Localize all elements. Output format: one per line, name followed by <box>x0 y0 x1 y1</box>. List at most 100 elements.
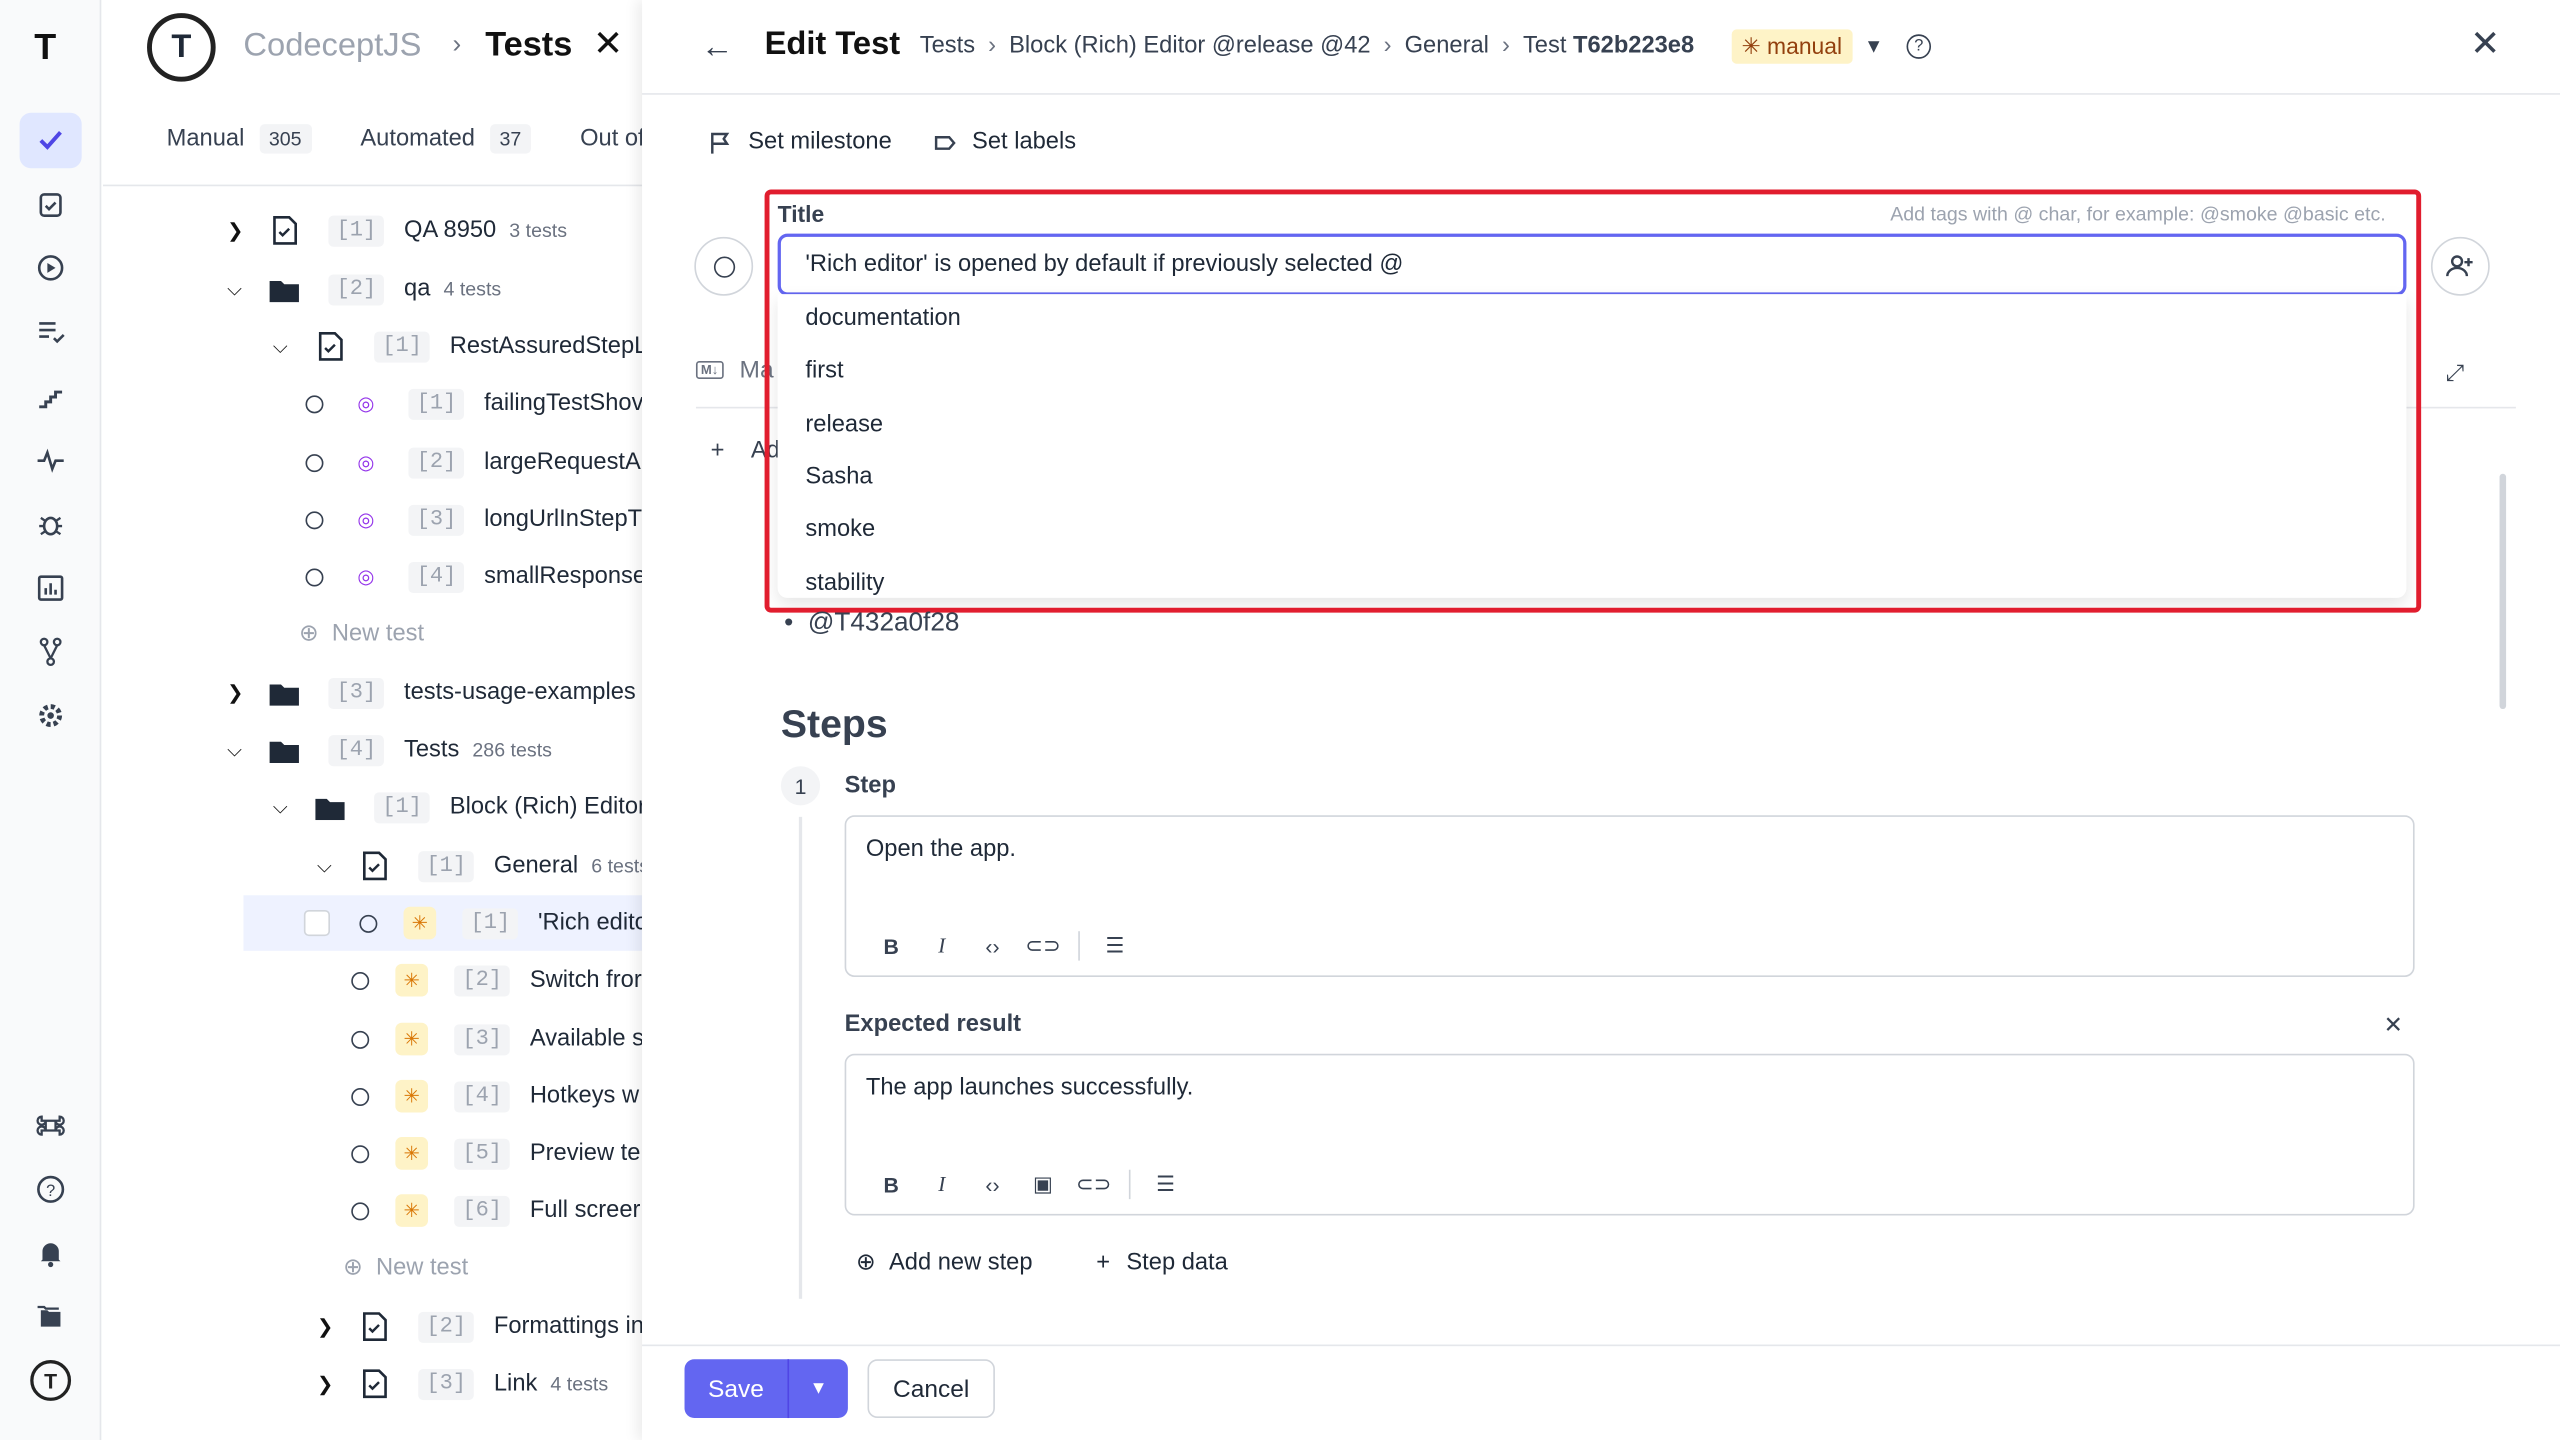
tree-test[interactable]: ✳ [3] Available s <box>351 1011 642 1067</box>
select-checkbox[interactable] <box>303 909 331 937</box>
status-circle-icon[interactable] <box>351 1087 370 1106</box>
crumb-general[interactable]: General <box>1405 33 1489 59</box>
tree-suite[interactable]: ⌵ [1] General 6 tests <box>317 838 642 894</box>
tree-suite[interactable]: ❯ [2] Formattings in <box>317 1299 642 1355</box>
cancel-button[interactable]: Cancel <box>867 1359 995 1419</box>
user-logo-icon[interactable]: T <box>20 1353 82 1409</box>
clipboard-icon[interactable] <box>20 176 82 232</box>
status-circle-icon[interactable] <box>351 971 370 990</box>
tree-test[interactable]: ✳ [1] 'Rich edito <box>243 895 643 951</box>
bold-icon[interactable]: B <box>866 1172 917 1197</box>
tree-test[interactable]: ◎ [3] longUrlInStepT <box>305 492 642 548</box>
save-button[interactable]: Save <box>685 1359 790 1419</box>
status-circle-icon[interactable] <box>305 510 324 529</box>
branch-icon[interactable] <box>20 624 82 680</box>
code-icon[interactable]: ‹› <box>967 1172 1018 1197</box>
italic-icon[interactable]: I <box>917 933 968 959</box>
tree-test[interactable]: ✳ [6] Full screer <box>351 1183 640 1239</box>
remove-expected-button[interactable]: ✕ <box>2384 1011 2403 1039</box>
chevron-right-icon[interactable]: ❯ <box>317 1372 340 1395</box>
bug-icon[interactable] <box>20 497 82 553</box>
tree-test[interactable]: ✳ [2] Switch fror <box>351 952 642 1008</box>
chart-icon[interactable] <box>20 560 82 616</box>
tab-out-of-sync[interactable]: Out of <box>580 124 642 153</box>
close-tree-button[interactable]: ✕ <box>593 23 623 65</box>
status-circle-icon[interactable] <box>351 1030 370 1049</box>
help-icon[interactable]: ? <box>20 1162 82 1218</box>
title-input[interactable]: 'Rich editor' is opened by default if pr… <box>777 233 2407 296</box>
chevron-right-icon[interactable]: ❯ <box>227 219 250 242</box>
snippet-icon[interactable]: ☰ <box>1140 1171 1191 1197</box>
tree-suite[interactable]: ❯ [3] Link 4 tests <box>317 1356 608 1412</box>
step-editor[interactable]: Open the app. B I ‹› ⊂⊃ ☰ <box>844 815 2415 977</box>
step-data-button[interactable]: + Step data <box>1096 1250 1228 1276</box>
status-circle-icon[interactable] <box>351 1144 370 1163</box>
gear-icon[interactable] <box>20 688 82 744</box>
close-edit-button[interactable]: ✕ <box>2470 23 2500 65</box>
status-circle-icon[interactable] <box>305 567 324 586</box>
new-test-button[interactable]: ⊕ New test <box>343 1240 468 1296</box>
test-status-toggle[interactable] <box>694 236 754 296</box>
play-icon[interactable] <box>20 240 82 296</box>
tag-option[interactable]: documentation <box>805 306 960 332</box>
back-arrow-icon[interactable]: ← <box>701 29 734 67</box>
tree-folder[interactable]: ❯ [3] tests-usage-examples <box>227 665 636 721</box>
step-number[interactable]: 1 <box>780 766 821 806</box>
tag-option[interactable]: smoke <box>805 516 875 542</box>
tree-folder[interactable]: ⌵ [2] qa 4 tests <box>227 261 501 317</box>
folders-icon[interactable] <box>20 1289 82 1345</box>
tree-test[interactable]: ✳ [5] Preview te <box>351 1126 640 1182</box>
scrollbar[interactable] <box>2499 473 2507 710</box>
new-test-button[interactable]: ⊕ New test <box>299 606 424 662</box>
tab-automated[interactable]: Automated 37 <box>360 124 532 154</box>
status-circle-icon[interactable] <box>351 1201 370 1220</box>
add-new-step-button[interactable]: ⊕ Add new step <box>856 1250 1032 1276</box>
tree-test[interactable]: ◎ [1] failingTestShov <box>305 376 642 432</box>
chevron-right-icon[interactable]: ❯ <box>227 681 250 704</box>
chevron-down-icon[interactable]: ⌵ <box>273 795 296 820</box>
crumb-tests[interactable]: Tests <box>920 33 975 59</box>
chevron-down-icon[interactable]: ⌵ <box>227 277 250 302</box>
tree-test[interactable]: ◎ [2] largeRequestA <box>305 435 641 491</box>
bold-icon[interactable]: B <box>866 934 917 959</box>
add-description-button[interactable]: + Ad <box>711 438 780 464</box>
expected-editor[interactable]: The app launches successfully. B I ‹› ▣ … <box>844 1053 2415 1216</box>
chevron-down-icon[interactable]: ⌵ <box>317 854 340 879</box>
tree-suite[interactable]: ❯ [1] QA 8950 3 tests <box>227 203 567 259</box>
project-name[interactable]: CodeceptJS <box>243 28 421 66</box>
image-icon[interactable]: ▣ <box>1018 1171 1069 1197</box>
tree-test[interactable]: ✳ [4] Hotkeys w <box>351 1068 639 1124</box>
status-circle-icon[interactable] <box>305 453 324 472</box>
crumb-suite[interactable]: Block (Rich) Editor @release @42 <box>1009 33 1370 59</box>
tree-folder[interactable]: ⌵ [1] Block (Rich) Editor <box>273 779 642 835</box>
pulse-icon[interactable] <box>20 433 82 489</box>
bell-icon[interactable] <box>20 1225 82 1281</box>
status-circle-icon[interactable] <box>305 394 324 413</box>
snippet-icon[interactable]: ☰ <box>1090 933 1141 959</box>
chevron-down-icon[interactable]: ⌵ <box>273 334 296 359</box>
check-icon[interactable] <box>19 112 82 169</box>
chevron-down-icon[interactable]: ▼ <box>1864 34 1883 57</box>
steps-icon[interactable] <box>20 369 82 425</box>
expand-icon[interactable]: ⤢ <box>2446 359 2464 387</box>
help-circle-icon[interactable]: ? <box>1906 34 1932 59</box>
tab-manual[interactable]: Manual 305 <box>167 124 312 154</box>
chevron-right-icon[interactable]: ❯ <box>317 1315 340 1338</box>
list-check-icon[interactable] <box>20 304 82 360</box>
tag-option[interactable]: Sasha <box>805 464 872 490</box>
manual-type-badge[interactable]: ✳ manual <box>1731 29 1852 64</box>
status-circle-icon[interactable] <box>359 914 378 933</box>
italic-icon[interactable]: I <box>917 1171 968 1197</box>
assign-user-button[interactable] <box>2430 236 2490 296</box>
editor-mode-toggle[interactable]: M↓ Ma <box>695 356 774 384</box>
chevron-down-icon[interactable]: ⌵ <box>227 738 250 763</box>
app-logo[interactable]: T <box>34 26 56 68</box>
code-icon[interactable]: ‹› <box>967 934 1018 959</box>
tag-option[interactable]: first <box>805 358 843 384</box>
tag-option[interactable]: stability <box>805 570 884 596</box>
link-icon[interactable]: ⊂⊃ <box>1018 933 1069 959</box>
tree-suite[interactable]: ⌵ [1] RestAssuredStepLo <box>273 319 642 375</box>
tree-test[interactable]: ◎ [4] smallResponse <box>305 549 642 605</box>
set-milestone-button[interactable]: Set milestone <box>709 129 892 155</box>
chevron-down-icon[interactable]: ▼ <box>789 1359 848 1418</box>
